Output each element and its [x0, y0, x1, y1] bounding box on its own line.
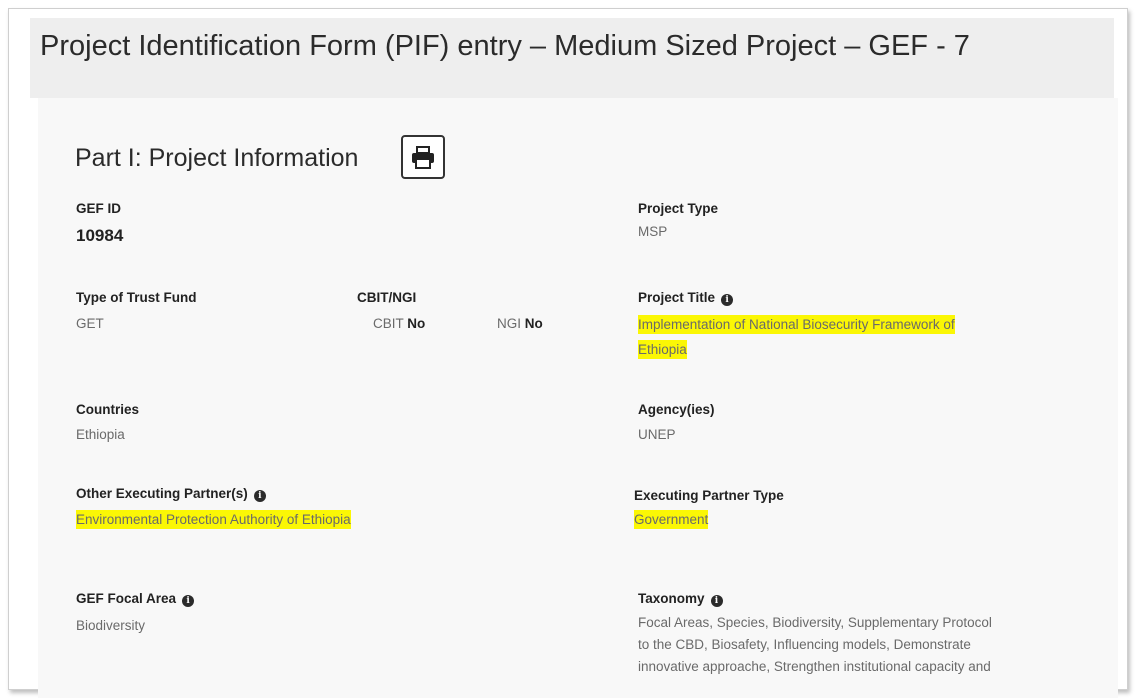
- project-type-label: Project Type: [638, 201, 719, 216]
- form-panel: [38, 98, 1118, 698]
- part-heading: Part I: Project Information: [75, 144, 359, 172]
- taxonomy-line-1: Focal Areas, Species, Biodiversity, Supp…: [638, 615, 992, 630]
- focal-area-value: Biodiversity: [76, 618, 146, 633]
- taxonomy-label: Taxonomy i: [638, 591, 723, 607]
- printer-icon: [412, 146, 434, 169]
- cbit-field: CBIT No: [373, 316, 425, 331]
- info-icon[interactable]: i: [721, 294, 734, 306]
- agencies-value: UNEP: [638, 427, 676, 442]
- taxonomy-label-text: Taxonomy: [638, 591, 705, 606]
- focal-area-label-text: GEF Focal Area: [76, 591, 177, 606]
- taxonomy-line-3: innovative approache, Strengthen institu…: [638, 659, 991, 674]
- print-button[interactable]: [401, 135, 445, 179]
- cbit-label: CBIT: [373, 316, 404, 331]
- ngi-field: NGI No: [497, 316, 543, 331]
- ngi-label: NGI: [497, 316, 522, 331]
- info-icon[interactable]: i: [710, 595, 723, 607]
- project-title-label: Project Title i: [638, 290, 734, 306]
- info-icon[interactable]: i: [253, 490, 266, 502]
- project-title-line-2: Ethiopia: [638, 340, 687, 359]
- other-partners-value: Environmental Protection Authority of Et…: [76, 507, 351, 532]
- agencies-label: Agency(ies): [638, 402, 715, 417]
- taxonomy-line-2: to the CBD, Biosafety, Influencing model…: [638, 637, 971, 652]
- countries-value: Ethiopia: [76, 427, 125, 442]
- project-title-line-1: Implementation of National Biosecurity F…: [638, 315, 955, 334]
- other-partners-label: Other Executing Partner(s) i: [76, 486, 266, 502]
- gef-id-value: 10984: [76, 226, 124, 245]
- project-title-value: Implementation of National Biosecurity F…: [638, 312, 955, 362]
- other-partners-text: Environmental Protection Authority of Et…: [76, 510, 351, 529]
- project-title-label-text: Project Title: [638, 290, 716, 305]
- page-title: Project Identification Form (PIF) entry …: [40, 30, 970, 62]
- taxonomy-value: Focal Areas, Species, Biodiversity, Supp…: [638, 612, 992, 678]
- focal-area-label: GEF Focal Area i: [76, 591, 195, 607]
- info-icon[interactable]: i: [182, 595, 195, 607]
- gef-id-label: GEF ID: [76, 201, 122, 216]
- partner-type-label: Executing Partner Type: [634, 488, 784, 503]
- countries-label: Countries: [76, 402, 140, 417]
- trust-fund-label: Type of Trust Fund: [76, 290, 197, 305]
- project-type-value: MSP: [638, 224, 668, 239]
- partner-type-text: Government: [634, 510, 709, 529]
- cbit-value: No: [407, 316, 426, 331]
- partner-type-value: Government: [634, 507, 709, 532]
- other-partners-label-text: Other Executing Partner(s): [76, 486, 248, 501]
- cbit-ngi-label: CBIT/NGI: [357, 290, 417, 305]
- trust-fund-value: GET: [76, 316, 104, 331]
- ngi-value: No: [524, 316, 543, 331]
